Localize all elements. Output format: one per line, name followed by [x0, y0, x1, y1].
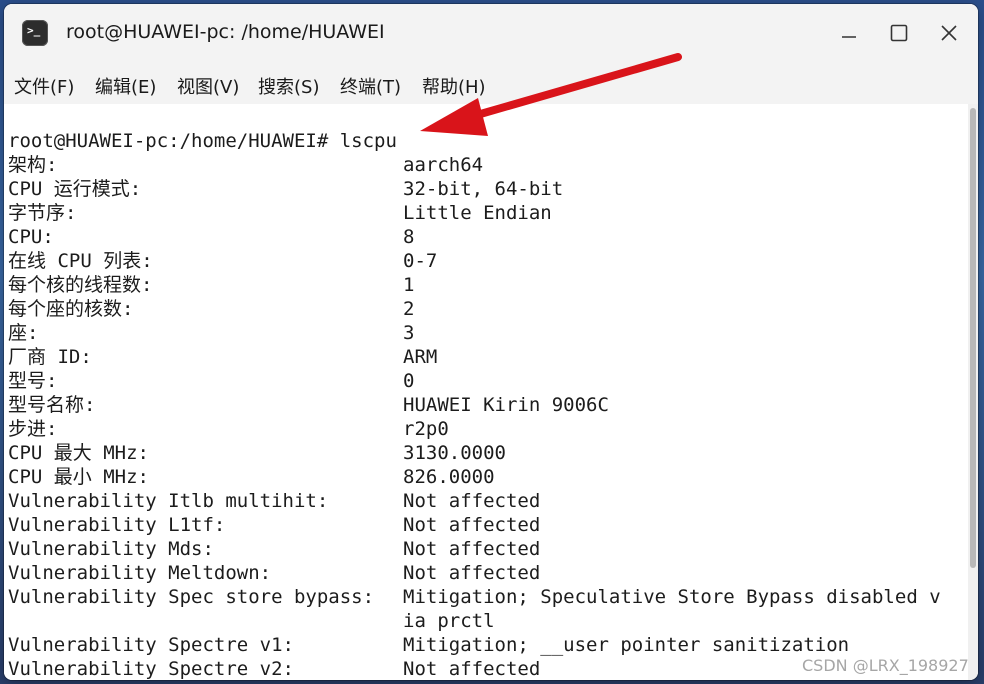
minimize-button[interactable]: [834, 18, 864, 48]
row-label: 每个座的核数:: [8, 298, 134, 320]
row-value: Little Endian: [403, 202, 552, 224]
row-value: HUAWEI Kirin 9006C: [403, 394, 609, 416]
menu-help[interactable]: 帮助(H): [422, 73, 486, 99]
row-value: 2: [403, 298, 415, 320]
terminal-app-icon: >_: [22, 20, 48, 46]
minimize-icon: [842, 36, 856, 38]
row-value: 1: [403, 274, 415, 296]
command-prompt-line: root@HUAWEI-pc:/home/HUAWEI# lscpu: [8, 130, 397, 152]
menu-file[interactable]: 文件(F): [14, 73, 74, 99]
row-value: Mitigation; Speculative Store Bypass dis…: [403, 586, 941, 608]
close-icon: [941, 25, 957, 41]
row-value: aarch64: [403, 154, 484, 176]
row-value: Mitigation; __user pointer sanitization: [403, 634, 850, 656]
row-label: 字节序:: [8, 202, 77, 224]
row-value: Not affected: [403, 562, 541, 584]
window-title: root@HUAWEI-pc: /home/HUAWEI: [66, 21, 385, 43]
row-label: Vulnerability Spec store bypass:: [8, 586, 375, 608]
terminal-window: >_ root@HUAWEI-pc: /home/HUAWEI 文件(F) 编辑…: [4, 4, 978, 680]
row-value: ARM: [403, 346, 438, 368]
row-label: 步进:: [8, 418, 58, 440]
row-label: CPU 运行模式:: [8, 178, 142, 200]
row-value: 0: [403, 370, 415, 392]
close-button[interactable]: [934, 18, 964, 48]
row-value: 3130.0000: [403, 442, 506, 464]
row-label: 架构:: [8, 154, 58, 176]
row-label: 每个核的线程数:: [8, 274, 153, 296]
row-label: CPU 最大 MHz:: [8, 442, 149, 464]
csdn-watermark: CSDN @LRX_198927: [802, 656, 969, 675]
row-label: Vulnerability Spectre v1:: [8, 634, 294, 656]
row-value: 8: [403, 226, 415, 248]
row-label: CPU 最小 MHz:: [8, 466, 149, 488]
row-label: Vulnerability L1tf:: [8, 514, 226, 536]
row-value: r2p0: [403, 418, 449, 440]
row-value: 826.0000: [403, 466, 495, 488]
menu-terminal[interactable]: 终端(T): [340, 73, 401, 99]
vertical-scrollbar[interactable]: [968, 104, 978, 680]
row-value: ia prctl: [403, 610, 495, 632]
scrollbar-thumb[interactable]: [970, 108, 976, 568]
row-label: 型号:: [8, 370, 58, 392]
row-value: Not affected: [403, 658, 541, 680]
menu-search[interactable]: 搜索(S): [258, 73, 319, 99]
maximize-button[interactable]: [884, 18, 914, 48]
row-label: Vulnerability Meltdown:: [8, 562, 272, 584]
row-label: CPU:: [8, 226, 54, 248]
row-label: Vulnerability Spectre v2:: [8, 658, 294, 680]
row-value: 3: [403, 322, 415, 344]
row-label: 型号名称:: [8, 394, 96, 416]
row-value: Not affected: [403, 514, 541, 536]
terminal-output[interactable]: root@HUAWEI-pc:/home/HUAWEI# lscpu 架构: aa…: [4, 104, 968, 680]
row-label: Vulnerability Mds:: [8, 538, 214, 560]
row-value: 32-bit, 64-bit: [403, 178, 564, 200]
title-bar[interactable]: >_ root@HUAWEI-pc: /home/HUAWEI: [4, 4, 978, 62]
row-label: 座:: [8, 322, 39, 344]
menu-view[interactable]: 视图(V): [177, 73, 239, 99]
app-icon-glyph: >_: [27, 24, 41, 37]
row-label: 在线 CPU 列表:: [8, 250, 153, 272]
row-label: 厂商 ID:: [8, 346, 92, 368]
menu-edit[interactable]: 编辑(E): [95, 73, 156, 99]
row-label: Vulnerability Itlb multihit:: [8, 490, 329, 512]
maximize-icon: [890, 24, 908, 42]
menu-bar: 文件(F) 编辑(E) 视图(V) 搜索(S) 终端(T) 帮助(H): [4, 62, 978, 104]
row-value: 0-7: [403, 250, 438, 272]
row-value: Not affected: [403, 490, 541, 512]
row-value: Not affected: [403, 538, 541, 560]
